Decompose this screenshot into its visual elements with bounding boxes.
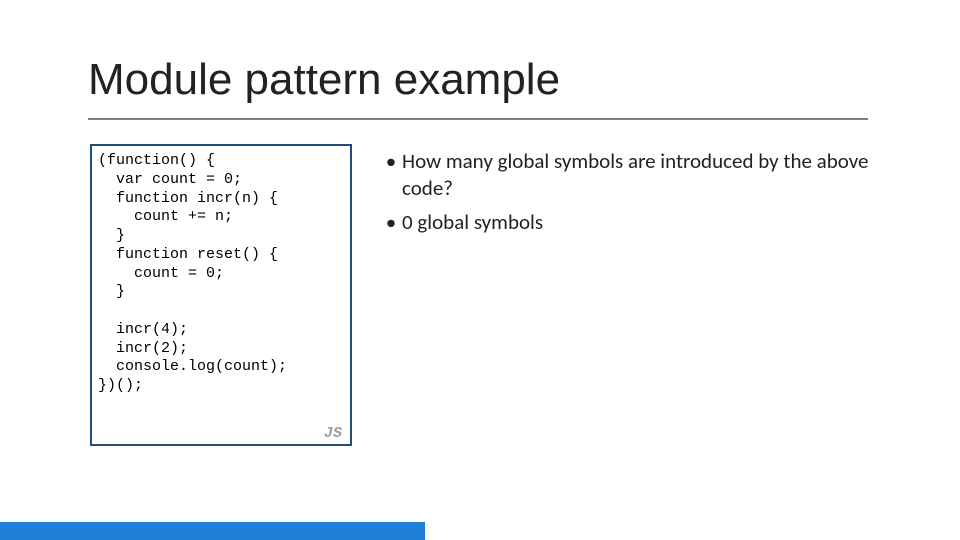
bullet-text: 0 global symbols [402,209,543,236]
bullet-list: • How many global symbols are introduced… [380,148,910,242]
bullet-item: • How many global symbols are introduced… [380,148,910,203]
code-box: (function() { var count = 0; function in… [90,144,352,446]
bullet-text: How many global symbols are introduced b… [402,148,910,203]
bullet-dot: • [380,209,402,236]
bullet-item: • 0 global symbols [380,209,910,236]
title-underline [88,118,868,120]
code-block: (function() { var count = 0; function in… [98,152,344,396]
bullet-dot: • [380,148,402,175]
footer-bar [0,522,425,540]
slide-title: Module pattern example [88,55,560,105]
slide: Module pattern example (function() { var… [0,0,960,540]
code-lang-tag: JS [324,425,342,442]
